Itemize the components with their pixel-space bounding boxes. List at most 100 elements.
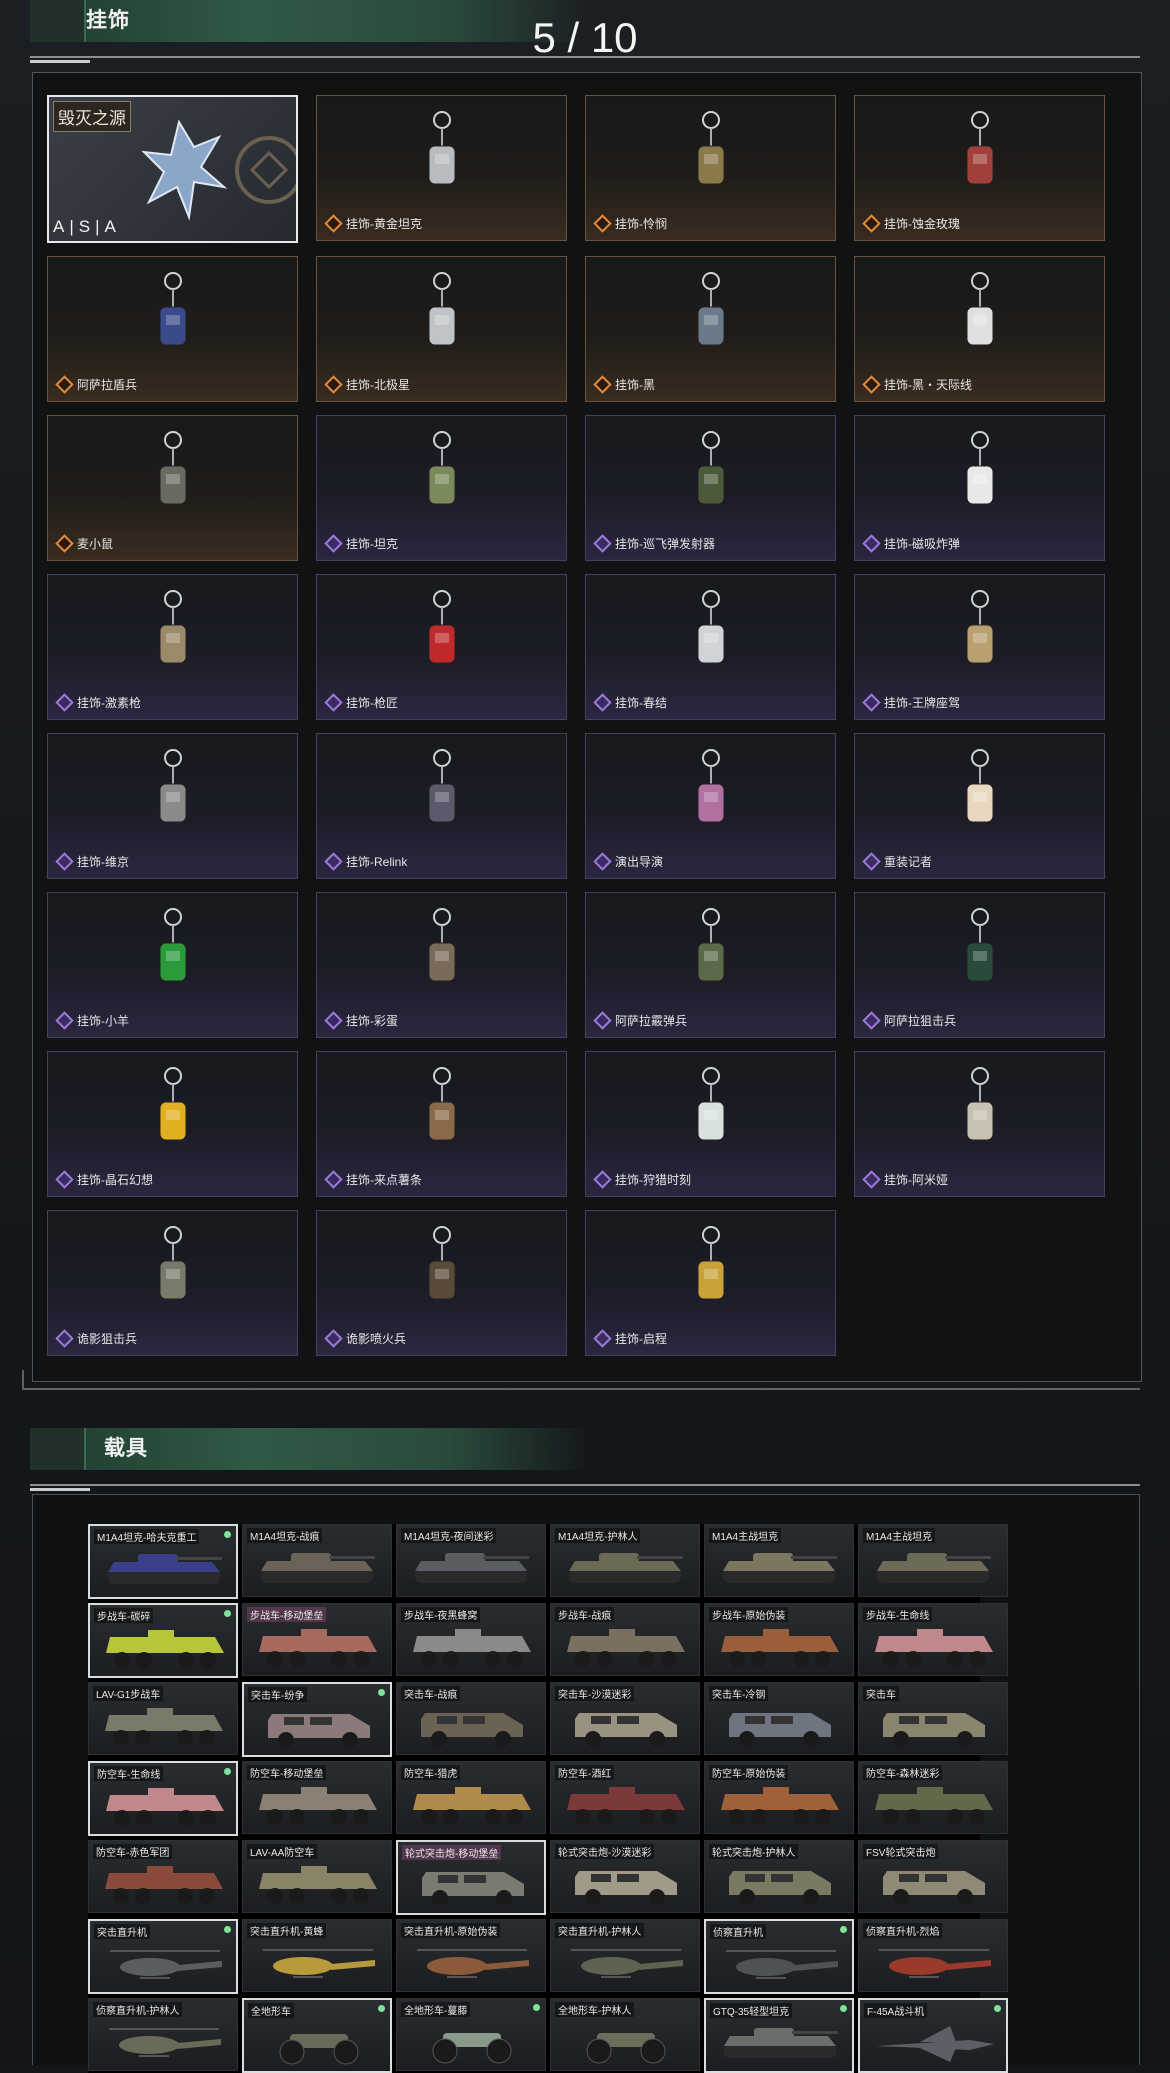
vehicle-card[interactable]: 轮式突击炮-护林人 <box>704 1840 854 1913</box>
vehicle-card[interactable]: M1A4主战坦克 <box>704 1524 854 1597</box>
charm-card[interactable]: 挂饰-怜悯 <box>585 95 836 241</box>
vehicle-card[interactable]: 突击车-沙漠迷彩 <box>550 1682 700 1755</box>
vehicle-card[interactable]: 全地形车-蔓藤 <box>396 1998 546 2071</box>
charm-card[interactable]: 挂饰-Relink <box>316 733 567 879</box>
charm-card[interactable]: 演出导演 <box>585 733 836 879</box>
charm-card[interactable]: 挂饰-来点薯条 <box>316 1051 567 1197</box>
rarity-icon <box>593 1329 612 1348</box>
charm-card[interactable]: 诡影喷火兵 <box>316 1210 567 1356</box>
status-dot-icon <box>994 2005 1001 2012</box>
vehicle-card[interactable]: F-45A战斗机 <box>858 1998 1008 2073</box>
charm-card[interactable]: 挂饰-枪匠 <box>316 574 567 720</box>
charm-card[interactable]: 麦小鼠 <box>47 415 298 561</box>
charm-card[interactable]: 挂饰-黄金坦克 <box>316 95 567 241</box>
vehicle-card[interactable]: M1A4坦克-护林人 <box>550 1524 700 1597</box>
apc-icon <box>106 1630 224 1668</box>
rarity-icon <box>324 693 343 712</box>
vehicle-label: 全地形车-护林人 <box>555 2002 635 2017</box>
charm-card[interactable]: 挂饰-晶石幻想 <box>47 1051 298 1197</box>
vehicle-card[interactable]: 突击直升机-原始伪装 <box>396 1919 546 1992</box>
charm-card[interactable]: 挂饰-王牌座驾 <box>854 574 1105 720</box>
charm-card[interactable]: 挂饰-蚀金玫瑰 <box>854 95 1105 241</box>
charm-card[interactable]: 挂饰-巡飞弹发射器 <box>585 415 836 561</box>
vehicle-card[interactable]: 步战车-碳碎 <box>88 1603 238 1678</box>
vehicle-card[interactable]: 步战车-夜黑蜂窝 <box>396 1603 546 1676</box>
vehicle-card[interactable]: 侦察直升机-护林人 <box>88 1998 238 2071</box>
charm-card[interactable]: 挂饰-激素枪 <box>47 574 298 720</box>
charm-name: 挂饰-巡飞弹发射器 <box>615 537 715 551</box>
vehicle-card[interactable]: 轮式突击炮-沙漠迷彩 <box>550 1840 700 1913</box>
charm-label: 挂饰-黑・天际线 <box>862 375 972 394</box>
vehicle-label: LAV-AA防空车 <box>247 1844 318 1859</box>
charm-name: 挂饰-来点薯条 <box>346 1173 422 1187</box>
vehicle-card[interactable]: M1A4坦克-哈夫克重工 <box>88 1524 238 1599</box>
vehicle-card[interactable]: 步战车-战痕 <box>550 1603 700 1676</box>
apc-icon <box>567 1787 685 1825</box>
vehicle-card[interactable]: 突击直升机-黄蜂 <box>242 1919 392 1992</box>
rarity-icon <box>862 534 881 553</box>
charm-card[interactable]: 挂饰-北极星 <box>316 256 567 402</box>
charm-card[interactable]: 挂饰-小羊 <box>47 892 298 1038</box>
charm-card[interactable]: 毁灭之源 A|S|A <box>47 95 298 243</box>
vehicle-card[interactable]: LAV-AA防空车 <box>242 1840 392 1913</box>
vehicle-card[interactable]: M1A4坦克-夜间迷彩 <box>396 1524 546 1597</box>
vehicle-card[interactable]: 侦察直升机-烈焰 <box>858 1919 1008 1992</box>
vehicle-card[interactable]: 突击直升机-护林人 <box>550 1919 700 1992</box>
vehicle-card[interactable]: 防空车-赤色军团 <box>88 1840 238 1913</box>
charm-card[interactable]: 阿萨拉狙击兵 <box>854 892 1105 1038</box>
vehicle-card[interactable]: 侦察直升机 <box>704 1919 854 1994</box>
apc-icon <box>875 1787 993 1825</box>
vehicle-card[interactable]: 突击车-战痕 <box>396 1682 546 1755</box>
rarity-icon <box>593 852 612 871</box>
charm-card[interactable]: 挂饰-黑 <box>585 256 836 402</box>
apc-icon <box>567 1629 685 1667</box>
charm-card[interactable]: 诡影狙击兵 <box>47 1210 298 1356</box>
vehicle-label: 突击车-纷争 <box>248 1687 308 1702</box>
charm-card[interactable]: 阿萨拉霰弹兵 <box>585 892 836 1038</box>
vehicle-card[interactable]: 步战车-生命线 <box>858 1603 1008 1676</box>
rarity-icon <box>324 214 343 233</box>
vehicle-card[interactable]: 防空车-生命线 <box>88 1761 238 1836</box>
vehicle-card[interactable]: LAV-G1步战车 <box>88 1682 238 1755</box>
vehicle-card[interactable]: M1A4坦克-战痕 <box>242 1524 392 1597</box>
vehicle-card[interactable]: 防空车-原始伪装 <box>704 1761 854 1834</box>
charm-icon <box>966 431 993 505</box>
charm-card[interactable]: 挂饰-狩猎时刻 <box>585 1051 836 1197</box>
vehicle-label: LAV-G1步战车 <box>93 1686 164 1701</box>
vehicle-card[interactable]: FSV轮式突击炮 <box>858 1840 1008 1913</box>
charm-card[interactable]: 挂饰-彩蛋 <box>316 892 567 1038</box>
vehicle-card[interactable]: GTQ-35轻型坦克 <box>704 1998 854 2073</box>
rarity-icon <box>55 1170 74 1189</box>
section-title: 载具 <box>104 1437 148 1460</box>
vehicle-card[interactable]: 全地形车 <box>242 1998 392 2073</box>
charm-card[interactable]: 挂饰-维京 <box>47 733 298 879</box>
charm-card[interactable]: 挂饰-坦克 <box>316 415 567 561</box>
vehicle-card[interactable]: 轮式突击炮-移动堡垒 <box>396 1840 546 1915</box>
vehicle-label: 步战车-战痕 <box>555 1607 615 1622</box>
charm-card[interactable]: 挂饰-黑・天际线 <box>854 256 1105 402</box>
vehicle-card[interactable]: 防空车-移动堡垒 <box>242 1761 392 1834</box>
charm-label: 麦小鼠 <box>55 534 114 553</box>
vehicle-card[interactable]: 防空车-猎虎 <box>396 1761 546 1834</box>
apc-icon <box>413 1787 531 1825</box>
vehicle-card[interactable]: M1A4主战坦克 <box>858 1524 1008 1597</box>
charm-card[interactable]: 阿萨拉盾兵 <box>47 256 298 402</box>
vehicle-card[interactable]: 突击车 <box>858 1682 1008 1755</box>
charm-card[interactable]: 挂饰-春结 <box>585 574 836 720</box>
charm-card[interactable]: 挂饰-磁吸炸弹 <box>854 415 1105 561</box>
vehicle-card[interactable]: 突击车-纷争 <box>242 1682 392 1757</box>
vehicle-card[interactable]: 突击直升机 <box>88 1919 238 1994</box>
vehicle-card[interactable]: 防空车-酒红 <box>550 1761 700 1834</box>
charm-card[interactable]: 重装记者 <box>854 733 1105 879</box>
vehicle-card[interactable]: 步战车-原始伪装 <box>704 1603 854 1676</box>
vehicle-card[interactable]: 突击车-冷钢 <box>704 1682 854 1755</box>
vehicle-card[interactable]: 步战车-移动堡垒 <box>242 1603 392 1676</box>
charm-name: 阿萨拉盾兵 <box>77 378 138 392</box>
charm-name: 挂饰-彩蛋 <box>346 1014 398 1028</box>
vehicle-card[interactable]: 全地形车-护林人 <box>550 1998 700 2071</box>
charm-name: 麦小鼠 <box>77 537 114 551</box>
vehicle-card[interactable]: 防空车-森林迷彩 <box>858 1761 1008 1834</box>
charm-card[interactable]: 挂饰-启程 <box>585 1210 836 1356</box>
vehicle-label: M1A4坦克-战痕 <box>247 1528 323 1543</box>
charm-card[interactable]: 挂饰-阿米娅 <box>854 1051 1105 1197</box>
